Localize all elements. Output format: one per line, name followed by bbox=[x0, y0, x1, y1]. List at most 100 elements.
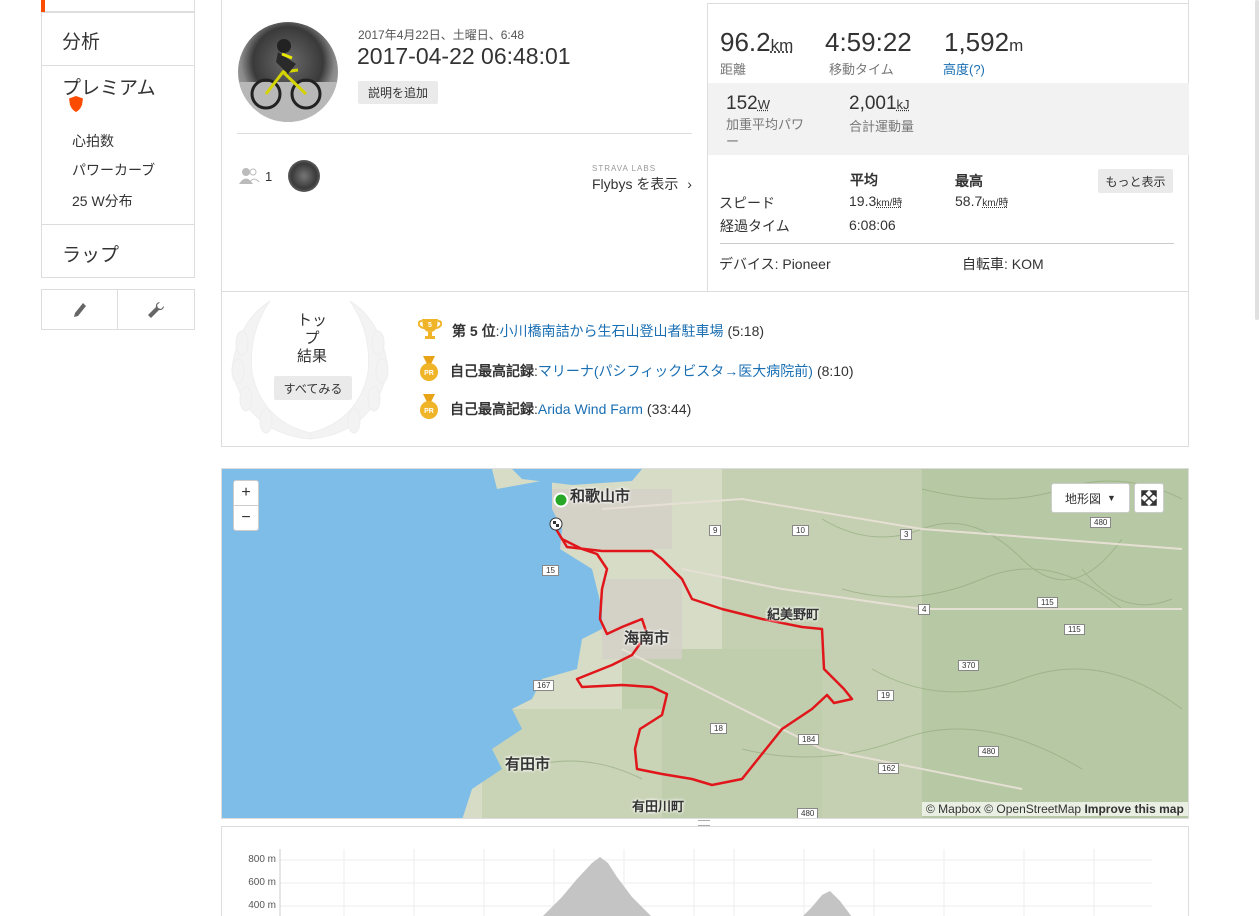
moving-time-label: 移動タイム bbox=[829, 59, 894, 78]
flybys-link[interactable]: Flybys を表示 › bbox=[592, 174, 692, 194]
road-shield: 18 bbox=[710, 723, 727, 734]
road-shield: 162 bbox=[878, 763, 899, 774]
road-shield: 3 bbox=[900, 529, 912, 540]
route-map[interactable]: 9 10 15 167 18 184 19 370 480 162 480 48… bbox=[221, 468, 1189, 819]
road-shield: 370 bbox=[958, 660, 979, 671]
sidebar-item-power-distribution[interactable]: 25 W分布 bbox=[72, 191, 133, 211]
sidebar-item-analysis[interactable]: 分析 bbox=[41, 12, 195, 66]
power-value: 152W bbox=[726, 93, 770, 115]
page-scrollbar[interactable] bbox=[1255, 0, 1259, 320]
trophy-icon: 5 bbox=[418, 318, 442, 343]
pr-medal-icon: PR bbox=[418, 394, 440, 423]
map-attribution: © Mapbox © OpenStreetMap Improve this ma… bbox=[922, 802, 1188, 816]
see-all-button[interactable]: すべてみる bbox=[274, 376, 352, 400]
elevation-help-link[interactable]: 高度(?) bbox=[943, 59, 985, 78]
elevation-axis-label: 600 m bbox=[248, 877, 276, 888]
sidebar-item-heart-rate[interactable]: 心拍数 bbox=[72, 131, 114, 151]
road-shield: 19 bbox=[877, 690, 894, 701]
mapbox-attribution[interactable]: © Mapbox bbox=[926, 802, 981, 816]
road-shield: 15 bbox=[542, 565, 559, 576]
elevation-axis-label: 800 m bbox=[248, 854, 276, 865]
show-more-button[interactable]: もっと表示 bbox=[1098, 169, 1173, 193]
segment-link[interactable]: Arida Wind Farm bbox=[538, 401, 643, 417]
osm-attribution[interactable]: © OpenStreetMap bbox=[984, 802, 1081, 816]
fullscreen-button[interactable] bbox=[1134, 483, 1164, 513]
elevation-plot[interactable] bbox=[222, 827, 1189, 916]
pr-medal-icon: PR bbox=[418, 356, 440, 385]
zoom-in-button[interactable]: + bbox=[233, 480, 259, 506]
sidebar-section-premium: プレミアム 心拍数 パワーカーブ 25 W分布 bbox=[41, 65, 195, 225]
elapsed-value: 6:08:06 bbox=[849, 217, 896, 233]
elevation-value: 1,592m bbox=[944, 27, 1023, 58]
max-header: 最高 bbox=[955, 171, 983, 191]
activity-date: 2017年4月22日、土曜日、6:48 bbox=[358, 26, 524, 43]
sidebar-active-indicator bbox=[41, 0, 45, 12]
secondary-stats: 152W 加重平均パワー 2,001kJ 合計運動量 bbox=[708, 83, 1189, 155]
town-label: 海南市 bbox=[624, 627, 669, 648]
divider bbox=[720, 243, 1174, 244]
road-shield: 480 bbox=[978, 746, 999, 757]
caret-down-icon: ▼ bbox=[1107, 493, 1116, 503]
sidebar-item-label: 分析 bbox=[62, 27, 100, 54]
add-description-button[interactable]: 説明を追加 bbox=[358, 81, 438, 104]
divider bbox=[222, 291, 1189, 292]
town-label: 和歌山市 bbox=[570, 485, 630, 506]
town-label: 有田川町 bbox=[632, 796, 684, 815]
segment-link[interactable]: マリーナ(パシフィックビスタ→医大病院前) bbox=[538, 361, 813, 381]
road-shield: 115 bbox=[1064, 624, 1085, 635]
sidebar-item-label: ラップ bbox=[62, 240, 119, 267]
bike-info[interactable]: 自転車: KOM bbox=[962, 254, 1044, 274]
elevation-chart[interactable]: 800 m 600 m 400 m bbox=[221, 826, 1189, 916]
segment-time: (5:18) bbox=[727, 323, 764, 339]
road-shield: 115 bbox=[1037, 597, 1058, 608]
distance-label: 距離 bbox=[720, 59, 746, 78]
road-shield: 167 bbox=[533, 680, 554, 691]
result-rank: 自己最高記録 bbox=[450, 399, 534, 419]
kudos-icon[interactable] bbox=[238, 167, 260, 185]
elevation-area bbox=[542, 857, 852, 916]
energy-value: 2,001kJ bbox=[849, 93, 910, 115]
power-label: 加重平均パワー bbox=[726, 116, 816, 150]
activity-summary: 2017年4月22日、土曜日、6:48 2017-04-22 06:48:01 … bbox=[221, 0, 1189, 447]
segment-link[interactable]: 小川橋南詰から生石山登山者駐車場 bbox=[499, 321, 723, 341]
finish-marker bbox=[550, 518, 562, 530]
road-shield: 9 bbox=[709, 525, 721, 536]
edit-button[interactable] bbox=[41, 289, 119, 330]
road-shield: 10 bbox=[792, 525, 809, 536]
road-shield: 4 bbox=[918, 604, 930, 615]
top-results-title: トップ 結果 bbox=[292, 312, 332, 366]
distance-value: 96.2km bbox=[720, 27, 793, 58]
sidebar-item-power-curve[interactable]: パワーカーブ bbox=[72, 160, 155, 180]
segment-time: (33:44) bbox=[647, 401, 691, 417]
svg-text:PR: PR bbox=[424, 408, 434, 415]
top-result-item: PR 自己最高記録: マリーナ(パシフィックビスタ→医大病院前) (8:10) bbox=[418, 356, 854, 385]
divider bbox=[237, 133, 692, 134]
kudos-count: 1 bbox=[265, 169, 272, 184]
flybys-label: Flybys を表示 bbox=[592, 176, 678, 192]
fullscreen-icon bbox=[1141, 490, 1157, 506]
tab-strip bbox=[707, 0, 1189, 4]
moving-time-value: 4:59:22 bbox=[825, 27, 912, 58]
energy-label: 合計運動量 bbox=[849, 116, 914, 135]
athlete-avatar[interactable] bbox=[238, 22, 338, 122]
road-shield: 480 bbox=[1090, 517, 1111, 528]
sidebar-top-item[interactable] bbox=[41, 0, 195, 12]
device-info: デバイス: Pioneer bbox=[719, 254, 831, 274]
improve-map-link[interactable]: Improve this map bbox=[1084, 802, 1183, 816]
map-canvas[interactable] bbox=[222, 469, 1189, 819]
cyclist-photo bbox=[238, 22, 338, 122]
svg-text:5: 5 bbox=[428, 322, 432, 329]
segment-time: (8:10) bbox=[817, 363, 854, 379]
start-marker bbox=[555, 494, 568, 507]
premium-shield-icon bbox=[68, 95, 84, 113]
result-rank: 自己最高記録 bbox=[450, 361, 534, 381]
chevron-right-icon: › bbox=[687, 176, 692, 192]
kudos-avatar[interactable] bbox=[288, 160, 320, 192]
map-layer-dropdown[interactable]: 地形図 ▼ bbox=[1051, 483, 1130, 513]
sidebar-item-laps[interactable]: ラップ bbox=[41, 224, 195, 278]
actions-button[interactable] bbox=[117, 289, 195, 330]
map-layer-label: 地形図 bbox=[1065, 490, 1101, 507]
activity-title[interactable]: 2017-04-22 06:48:01 bbox=[357, 43, 571, 70]
zoom-out-button[interactable]: − bbox=[233, 505, 259, 531]
wrench-icon bbox=[147, 301, 165, 319]
